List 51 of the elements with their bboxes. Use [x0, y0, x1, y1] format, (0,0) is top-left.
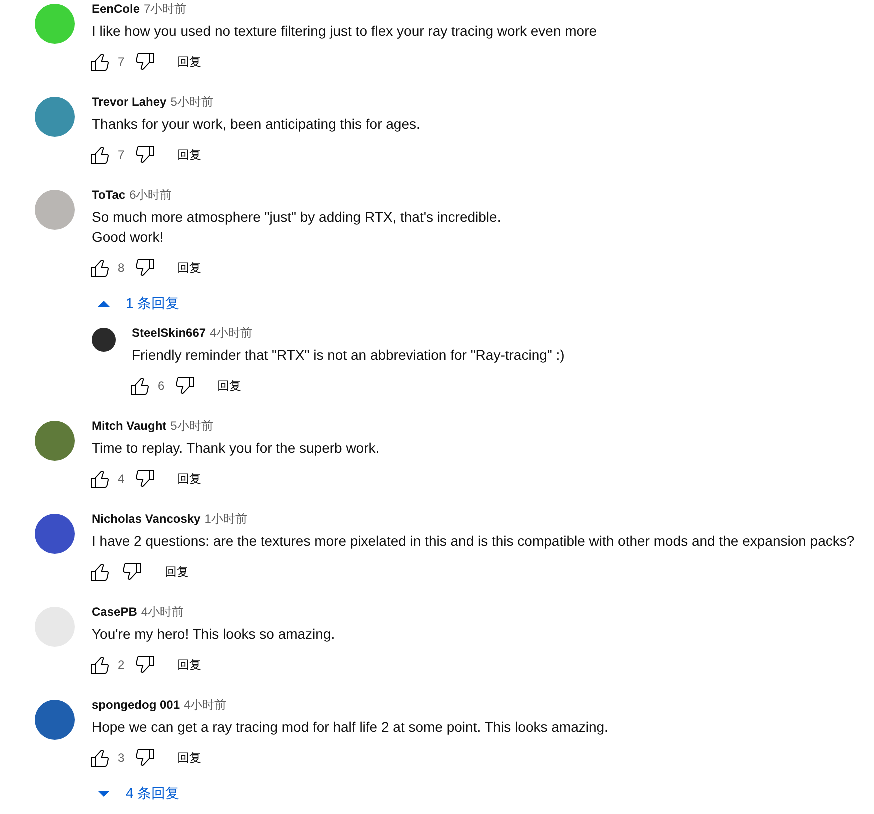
- like-count: 6: [158, 379, 165, 393]
- avatar[interactable]: [35, 514, 75, 554]
- reply-button[interactable]: 回复: [166, 139, 214, 171]
- like-button[interactable]: 8: [88, 256, 125, 280]
- like-button[interactable]: 2: [88, 653, 125, 677]
- reply-button[interactable]: 回复: [166, 463, 214, 495]
- comment-text: So much more atmosphere "just" by adding RTX, that's incredible. Good work!: [92, 208, 502, 247]
- replies-toggle[interactable]: 4 条回复: [92, 776, 184, 812]
- author-name[interactable]: EenCole: [92, 0, 140, 18]
- author-name[interactable]: ToTac: [92, 186, 126, 204]
- comment-time[interactable]: 5小时前: [170, 417, 214, 435]
- comment-text: Time to replay. Thank you for the superb work.: [92, 439, 380, 458]
- like-button[interactable]: 7: [88, 50, 125, 74]
- author-name[interactable]: Nicholas Vancosky: [92, 510, 201, 528]
- reply-button[interactable]: 回复: [206, 370, 254, 402]
- author-name[interactable]: CasePB: [92, 603, 138, 621]
- comment-time[interactable]: 4小时前: [210, 324, 253, 342]
- comment-text: Hope we can get a ray tracing mod for half life 2 at some point. This looks amazing.: [92, 718, 608, 737]
- like-count: 7: [118, 55, 125, 69]
- like-count: 3: [118, 751, 125, 765]
- comment-text: I like how you used no texture filtering just to flex your ray tracing work even more: [92, 22, 598, 41]
- avatar[interactable]: [92, 328, 116, 352]
- comment-time[interactable]: 4小时前: [141, 603, 184, 621]
- comment-time[interactable]: 1小时前: [204, 510, 248, 528]
- comment-text: Thanks for your work, been anticipating this for ages.: [92, 115, 420, 134]
- author-name[interactable]: spongedog 001: [92, 696, 180, 714]
- comment-time[interactable]: 4小时前: [184, 696, 227, 714]
- comment-text: You're my hero! This looks so amazing.: [92, 625, 336, 644]
- reply-button[interactable]: 回复: [153, 556, 201, 588]
- reply-button[interactable]: 回复: [166, 46, 214, 78]
- replies-toggle[interactable]: 1 条回复: [92, 286, 184, 322]
- avatar[interactable]: [35, 700, 75, 740]
- author-name[interactable]: SteelSkin667: [132, 324, 206, 342]
- like-button[interactable]: 3: [88, 746, 125, 770]
- reply-button[interactable]: 回复: [166, 649, 214, 681]
- comment-time[interactable]: 7小时前: [144, 0, 187, 18]
- comment-text: Friendly reminder that "RTX" is not an abbreviation for "Ray-tracing" :): [132, 346, 565, 365]
- like-button[interactable]: 6: [128, 374, 165, 398]
- author-name[interactable]: Mitch Vaught: [92, 417, 167, 435]
- like-button[interactable]: 7: [88, 143, 125, 167]
- comment-text: I have 2 questions: are the textures more pixelated in this and is this compatible with other mods and the expansion packs?: [92, 532, 855, 551]
- like-count: 8: [118, 261, 125, 275]
- like-button[interactable]: 4: [88, 467, 125, 491]
- author-name[interactable]: Trevor Lahey: [92, 93, 167, 111]
- reply-button[interactable]: 回复: [166, 252, 214, 284]
- like-count: 7: [118, 148, 125, 162]
- like-count: 2: [118, 658, 125, 672]
- comment-time[interactable]: 5小时前: [170, 93, 214, 111]
- reply-button[interactable]: 回复: [166, 742, 214, 774]
- comment-time[interactable]: 6小时前: [130, 186, 172, 204]
- like-count: 4: [118, 472, 125, 486]
